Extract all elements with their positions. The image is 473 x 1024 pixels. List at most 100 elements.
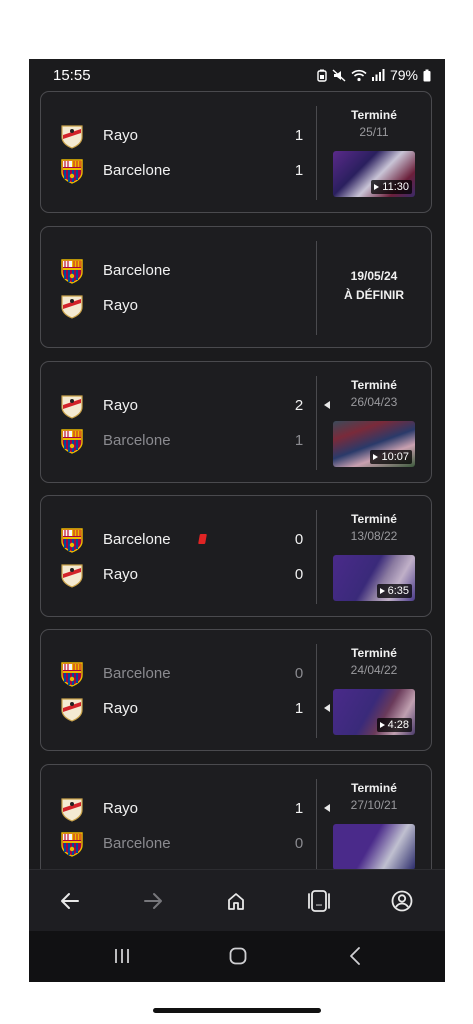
play-icon bbox=[379, 588, 385, 594]
highlight-video-thumbnail[interactable]: 10:07 bbox=[333, 421, 415, 467]
home-team-score: 1 bbox=[294, 127, 304, 144]
home-team-score: 0 bbox=[294, 665, 304, 682]
card-divider bbox=[316, 376, 317, 470]
recents-icon[interactable] bbox=[107, 943, 137, 969]
rayo-crest-icon bbox=[59, 293, 85, 319]
match-date: 24/04/22 bbox=[350, 663, 398, 677]
match-card[interactable]: Rayo 2 Barcelone 1 Terminé 26/04/23 10:0… bbox=[40, 361, 432, 483]
highlight-video-thumbnail[interactable] bbox=[333, 824, 415, 869]
barca-crest-icon bbox=[59, 428, 85, 454]
away-team-score: 1 bbox=[294, 432, 304, 449]
browser-toolbar bbox=[29, 869, 445, 932]
card-divider bbox=[316, 510, 317, 604]
home-team-score: 1 bbox=[294, 800, 304, 817]
highlight-video-thumbnail[interactable]: 4:28 bbox=[333, 689, 415, 735]
away-team-row: Barcelone 1 bbox=[59, 158, 309, 184]
card-divider bbox=[316, 241, 317, 335]
home-team-name: Barcelone bbox=[103, 665, 171, 682]
match-status: Terminé bbox=[351, 378, 397, 392]
match-card[interactable]: Barcelone Rayo 19/05/24 À DÉFINIR bbox=[40, 226, 432, 348]
home-team-score: 2 bbox=[294, 397, 304, 414]
away-team-score: 1 bbox=[294, 162, 304, 179]
away-team-name: Barcelone bbox=[103, 835, 171, 852]
rayo-crest-icon bbox=[59, 796, 85, 822]
home-team-row: Barcelone 0 bbox=[59, 528, 309, 553]
home-team-row: Barcelone 0 bbox=[59, 661, 309, 687]
match-card[interactable]: Barcelone 0 Rayo 0 Terminé 13/08/22 6:35 bbox=[40, 495, 432, 617]
system-navigation-bar bbox=[29, 931, 445, 982]
match-card[interactable]: Rayo 1 Barcelone 1 Terminé 25/11 11:30 bbox=[40, 91, 432, 213]
device-home-indicator bbox=[153, 1008, 321, 1013]
rayo-crest-icon bbox=[59, 123, 85, 149]
home-team-name: Rayo bbox=[103, 397, 139, 414]
mute-icon bbox=[332, 68, 346, 82]
home-circle-icon[interactable] bbox=[223, 943, 253, 969]
barca-crest-icon bbox=[59, 831, 85, 857]
home-team-row: Rayo 1 bbox=[59, 796, 330, 822]
match-date: 26/04/23 bbox=[350, 395, 398, 409]
highlight-video-thumbnail[interactable]: 11:30 bbox=[333, 151, 415, 197]
away-team-name: Barcelone bbox=[103, 162, 171, 179]
home-icon[interactable] bbox=[221, 886, 251, 916]
away-team-name: Rayo bbox=[103, 297, 139, 314]
match-status: Terminé bbox=[351, 512, 397, 526]
match-date: 27/10/21 bbox=[350, 798, 398, 812]
home-team-name: Rayo bbox=[103, 800, 139, 817]
rayo-crest-icon bbox=[59, 393, 85, 419]
away-team-row: Rayo bbox=[59, 293, 309, 319]
back-chevron-icon[interactable] bbox=[340, 943, 370, 969]
tabs-icon[interactable] bbox=[304, 886, 334, 916]
status-icons: 79% bbox=[317, 67, 431, 83]
match-date: 13/08/22 bbox=[350, 529, 398, 543]
battery-saver-icon bbox=[317, 69, 327, 82]
match-status: Terminé bbox=[351, 646, 397, 660]
card-divider bbox=[316, 779, 317, 869]
winner-arrow-icon bbox=[324, 704, 330, 712]
barca-crest-icon bbox=[59, 158, 85, 184]
away-team-score: 0 bbox=[294, 566, 304, 583]
match-list: Rayo 1 Barcelone 1 Terminé 25/11 11:30 B… bbox=[29, 89, 445, 869]
match-card[interactable]: Barcelone 0 Rayo 1 Terminé 24/04/22 4:28 bbox=[40, 629, 432, 751]
match-status: Terminé bbox=[351, 781, 397, 795]
away-team-name: Barcelone bbox=[103, 432, 171, 449]
away-team-row: Rayo 1 bbox=[59, 696, 330, 722]
battery-icon bbox=[423, 69, 431, 82]
barca-crest-icon bbox=[59, 258, 85, 284]
highlight-video-thumbnail[interactable]: 6:35 bbox=[333, 555, 415, 601]
red-card-icon bbox=[198, 534, 207, 544]
home-team-score: 0 bbox=[294, 531, 304, 548]
home-team-name: Barcelone bbox=[103, 262, 171, 279]
match-date-value: 19/05/24 bbox=[350, 269, 398, 283]
play-icon bbox=[373, 454, 379, 460]
status-bar: 15:55 79% bbox=[29, 59, 445, 89]
video-duration: 6:35 bbox=[376, 584, 412, 598]
account-icon[interactable] bbox=[387, 886, 417, 916]
play-icon bbox=[374, 184, 380, 190]
card-divider bbox=[316, 644, 317, 738]
forward-arrow-icon[interactable] bbox=[138, 886, 168, 916]
away-team-row: Rayo 0 bbox=[59, 562, 309, 588]
away-team-row: Barcelone 1 bbox=[59, 428, 309, 454]
video-duration: 10:07 bbox=[370, 450, 412, 464]
match-time-tbd: À DÉFINIR bbox=[344, 288, 404, 302]
video-duration: 11:30 bbox=[371, 180, 412, 194]
phone-screen: 15:55 79% Rayo 1 Barcelone 1 Terminé 25/… bbox=[29, 59, 445, 982]
match-status: Terminé bbox=[351, 108, 397, 122]
home-team-name: Barcelone bbox=[103, 531, 171, 548]
away-team-row: Barcelone 0 bbox=[59, 831, 309, 857]
card-divider bbox=[316, 106, 317, 200]
match-card[interactable]: Rayo 1 Barcelone 0 Terminé 27/10/21 bbox=[40, 764, 432, 869]
barca-crest-icon bbox=[59, 661, 85, 687]
rayo-crest-icon bbox=[59, 562, 85, 588]
play-icon bbox=[379, 722, 385, 728]
battery-percent: 79% bbox=[389, 67, 418, 83]
match-date: 25/11 bbox=[359, 125, 389, 139]
home-team-row: Rayo 1 bbox=[59, 123, 309, 149]
wifi-icon bbox=[351, 69, 367, 82]
away-team-score: 0 bbox=[294, 835, 304, 852]
back-arrow-icon[interactable] bbox=[55, 886, 85, 916]
rayo-crest-icon bbox=[59, 696, 85, 722]
home-team-row: Barcelone bbox=[59, 258, 309, 284]
away-team-name: Rayo bbox=[103, 566, 139, 583]
home-team-row: Rayo 2 bbox=[59, 393, 330, 419]
